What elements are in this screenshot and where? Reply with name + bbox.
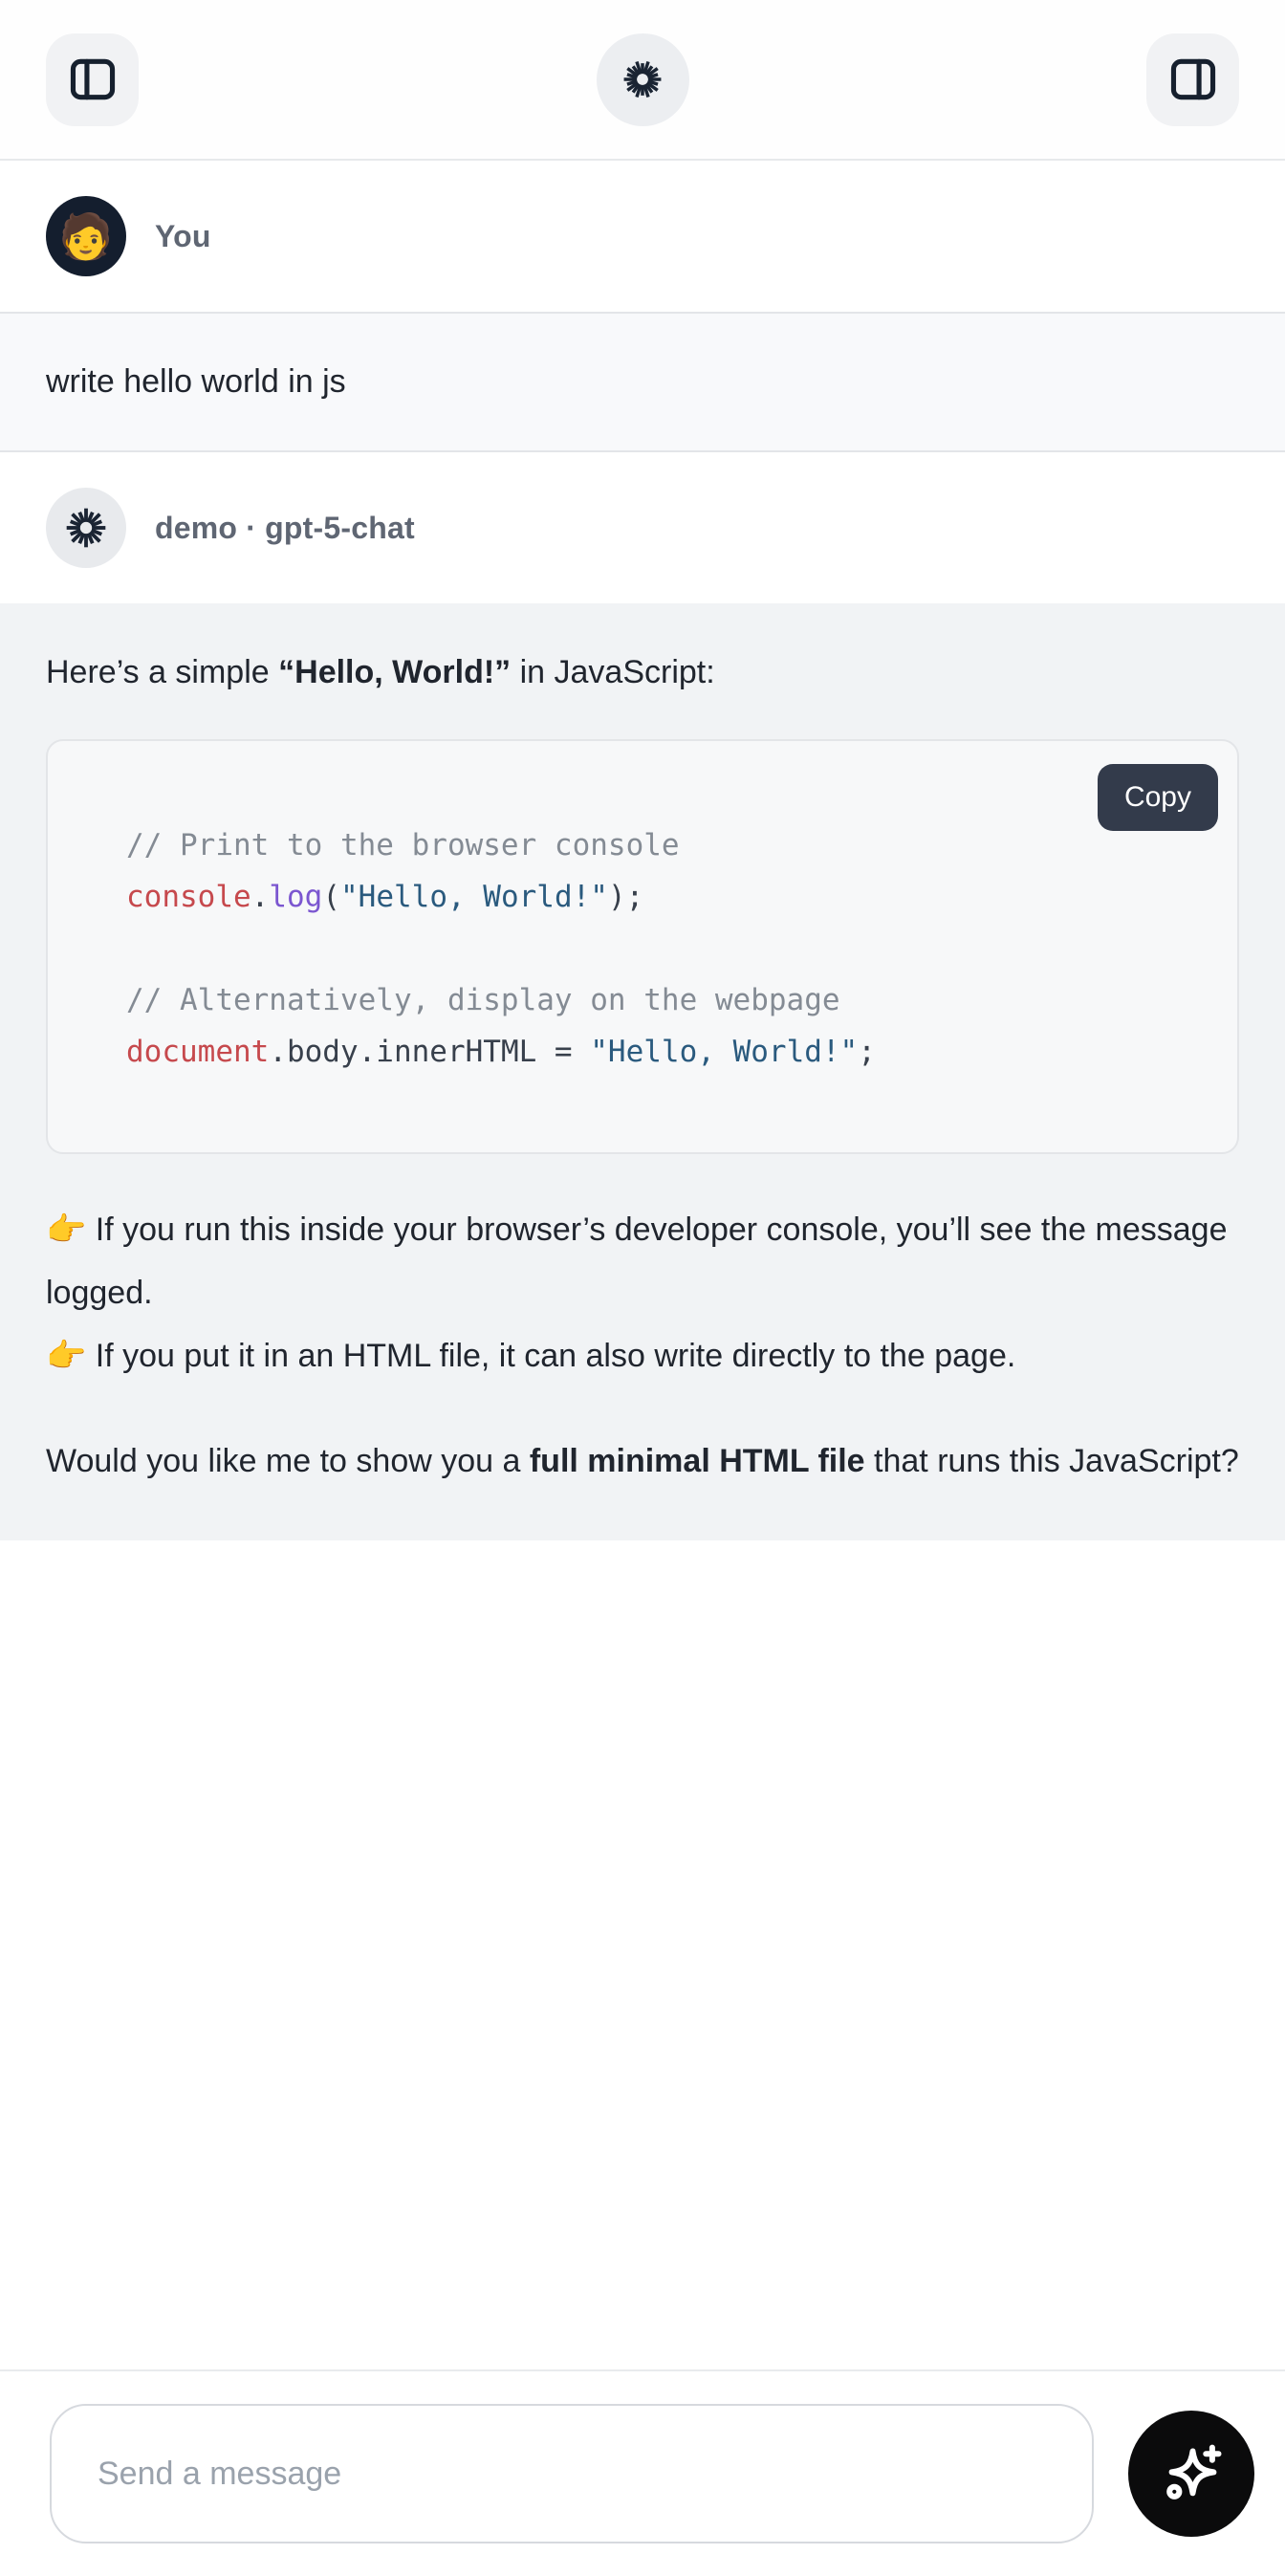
- sidebar-right-icon: [1166, 53, 1220, 106]
- right-panel-toggle-button[interactable]: [1146, 33, 1239, 126]
- app-logo-button[interactable]: [597, 33, 689, 126]
- code-content: // Print to the browser consoleconsole.l…: [48, 741, 1237, 1152]
- code-line: // Print to the browser console: [126, 819, 1199, 871]
- code-line: // Alternatively, display on the webpage: [126, 974, 1199, 1026]
- question-text: Would you like me to show you a: [46, 1443, 530, 1479]
- intro-bold-text: “Hello, World!”: [278, 654, 511, 690]
- assistant-intro-paragraph: Here’s a simple “Hello, World!” in JavaS…: [46, 649, 1239, 695]
- starburst-icon: [64, 506, 108, 550]
- tip-line-1: 👉 If you run this inside your browser’s …: [46, 1212, 1228, 1311]
- code-line: [126, 923, 1199, 974]
- code-line: console.log("Hello, World!");: [126, 871, 1199, 923]
- top-bar: [0, 0, 1285, 161]
- send-button[interactable]: [1128, 2411, 1254, 2537]
- assistant-tips-paragraph: 👉 If you run this inside your browser’s …: [46, 1198, 1239, 1387]
- assistant-message: Here’s a simple “Hello, World!” in JavaS…: [0, 603, 1285, 1540]
- user-author-label: You: [155, 219, 211, 254]
- user-message: write hello world in js: [0, 312, 1285, 452]
- assistant-turn-header: demo · gpt-5-chat: [0, 452, 1285, 603]
- starburst-icon: [621, 58, 664, 100]
- user-avatar: 🧑: [46, 196, 126, 276]
- user-message-text: write hello world in js: [46, 363, 346, 400]
- assistant-avatar: [46, 488, 126, 568]
- intro-text-after: in JavaScript:: [511, 654, 715, 690]
- code-line: document.body.innerHTML = "Hello, World!…: [126, 1026, 1199, 1078]
- question-text-after: that runs this JavaScript?: [865, 1443, 1239, 1479]
- assistant-model-label: demo · gpt-5-chat: [155, 511, 415, 546]
- message-input[interactable]: [50, 2404, 1094, 2543]
- copy-code-button[interactable]: Copy: [1098, 764, 1218, 831]
- tip-line-2: 👉 If you put it in an HTML file, it can …: [46, 1338, 1015, 1374]
- question-bold-text: full minimal HTML file: [530, 1443, 865, 1479]
- composer-bar: [0, 2369, 1285, 2576]
- intro-text: Here’s a simple: [46, 654, 278, 690]
- user-turn-header: 🧑 You: [0, 161, 1285, 312]
- sparkle-plus-icon: [1157, 2438, 1226, 2510]
- empty-scroll-area: [0, 1540, 1285, 2369]
- code-block: Copy // Print to the browser consolecons…: [46, 739, 1239, 1154]
- person-emoji-icon: 🧑: [58, 214, 113, 258]
- assistant-question-paragraph: Would you like me to show you a full min…: [46, 1430, 1239, 1493]
- sidebar-left-icon: [66, 53, 120, 106]
- sidebar-toggle-button[interactable]: [46, 33, 139, 126]
